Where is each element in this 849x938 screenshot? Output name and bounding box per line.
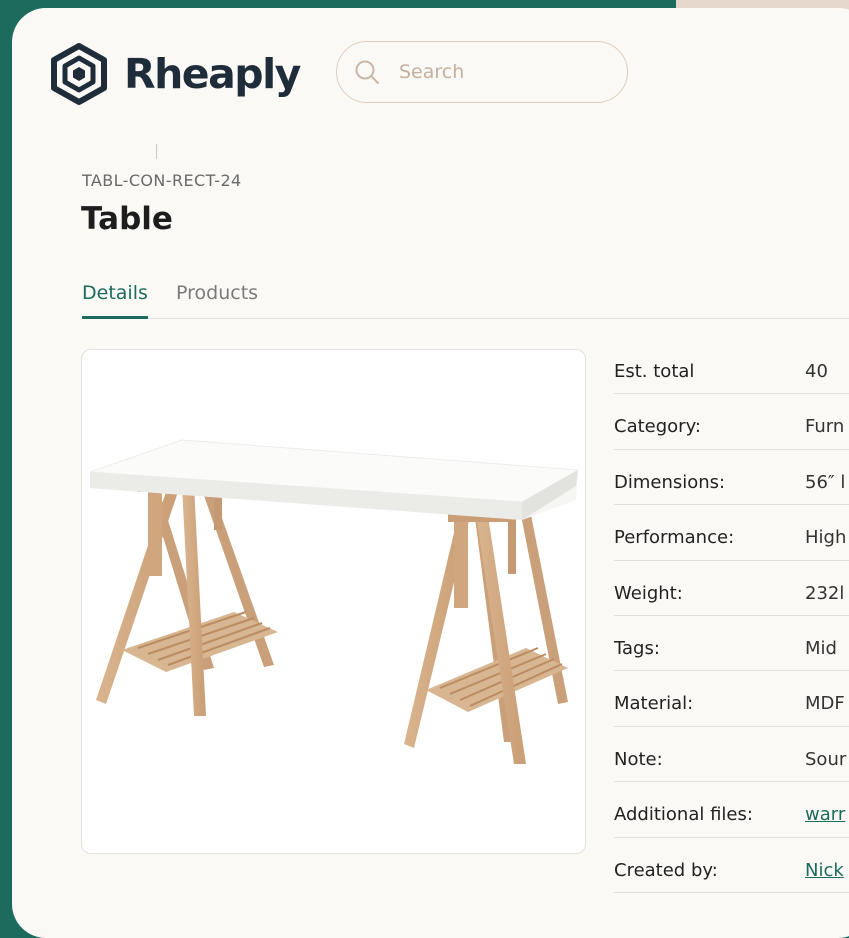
table-product-image (89, 439, 580, 764)
additional-files-link[interactable]: warr (805, 804, 845, 825)
search-input[interactable] (397, 60, 591, 84)
detail-row-performance: Performance: High (614, 505, 849, 561)
detail-label: Est. total (614, 361, 695, 382)
detail-label: Weight: (614, 582, 683, 604)
detail-label: Dimensions: (614, 471, 726, 493)
product-image-panel (81, 349, 586, 854)
detail-label: Performance: (614, 527, 735, 549)
detail-row-weight: Weight: 232l (614, 561, 849, 616)
tab-products[interactable]: Products (176, 282, 258, 304)
item-sku: TABL-CON-RECT-24 (82, 171, 242, 190)
brand-name: Rheaply (124, 50, 301, 98)
detail-label: Note: (614, 748, 663, 770)
detail-label: Additional files: (614, 804, 753, 826)
detail-label: Tags: (614, 637, 660, 659)
detail-row-note: Note: Sour (614, 727, 849, 783)
tab-bar: Details Products (82, 280, 849, 319)
detail-row-est-total: Est. total 40 (614, 339, 849, 395)
detail-value: Furn (805, 416, 845, 438)
detail-row-dimensions: Dimensions: 56″ l (614, 450, 849, 506)
detail-value: 56″ l (805, 471, 846, 493)
tab-details[interactable]: Details (82, 282, 148, 319)
detail-value: Mid (805, 637, 837, 659)
created-by-link[interactable]: Nick (805, 860, 844, 881)
detail-row-category: Category: Furn (614, 394, 849, 450)
detail-value: 232l (805, 582, 845, 604)
detail-row-additional-files: Additional files: warr (614, 782, 849, 838)
detail-label: Created by: (614, 859, 718, 881)
details-list: Est. total 40 Category: Furn Dimensions:… (614, 339, 849, 893)
main-card: Rheaply TABL-CON-RECT-24 Table Details P… (12, 8, 849, 938)
search-icon (355, 60, 379, 84)
detail-row-tags: Tags: Mid (614, 616, 849, 672)
breadcrumb-divider (156, 144, 157, 159)
detail-row-material: Material: MDF (614, 671, 849, 727)
detail-row-created-by: Created by: Nick (614, 838, 849, 893)
detail-value: High (805, 527, 847, 549)
detail-value: MDF (805, 693, 845, 715)
detail-value: Sour (805, 748, 847, 770)
detail-label: Category: (614, 416, 701, 438)
detail-value: 40 (805, 361, 828, 382)
detail-label: Material: (614, 693, 694, 715)
hexagon-logo-icon (51, 43, 107, 105)
brand-logo[interactable]: Rheaply (46, 42, 301, 106)
page-title: Table (81, 201, 173, 237)
search-box[interactable] (336, 41, 628, 103)
